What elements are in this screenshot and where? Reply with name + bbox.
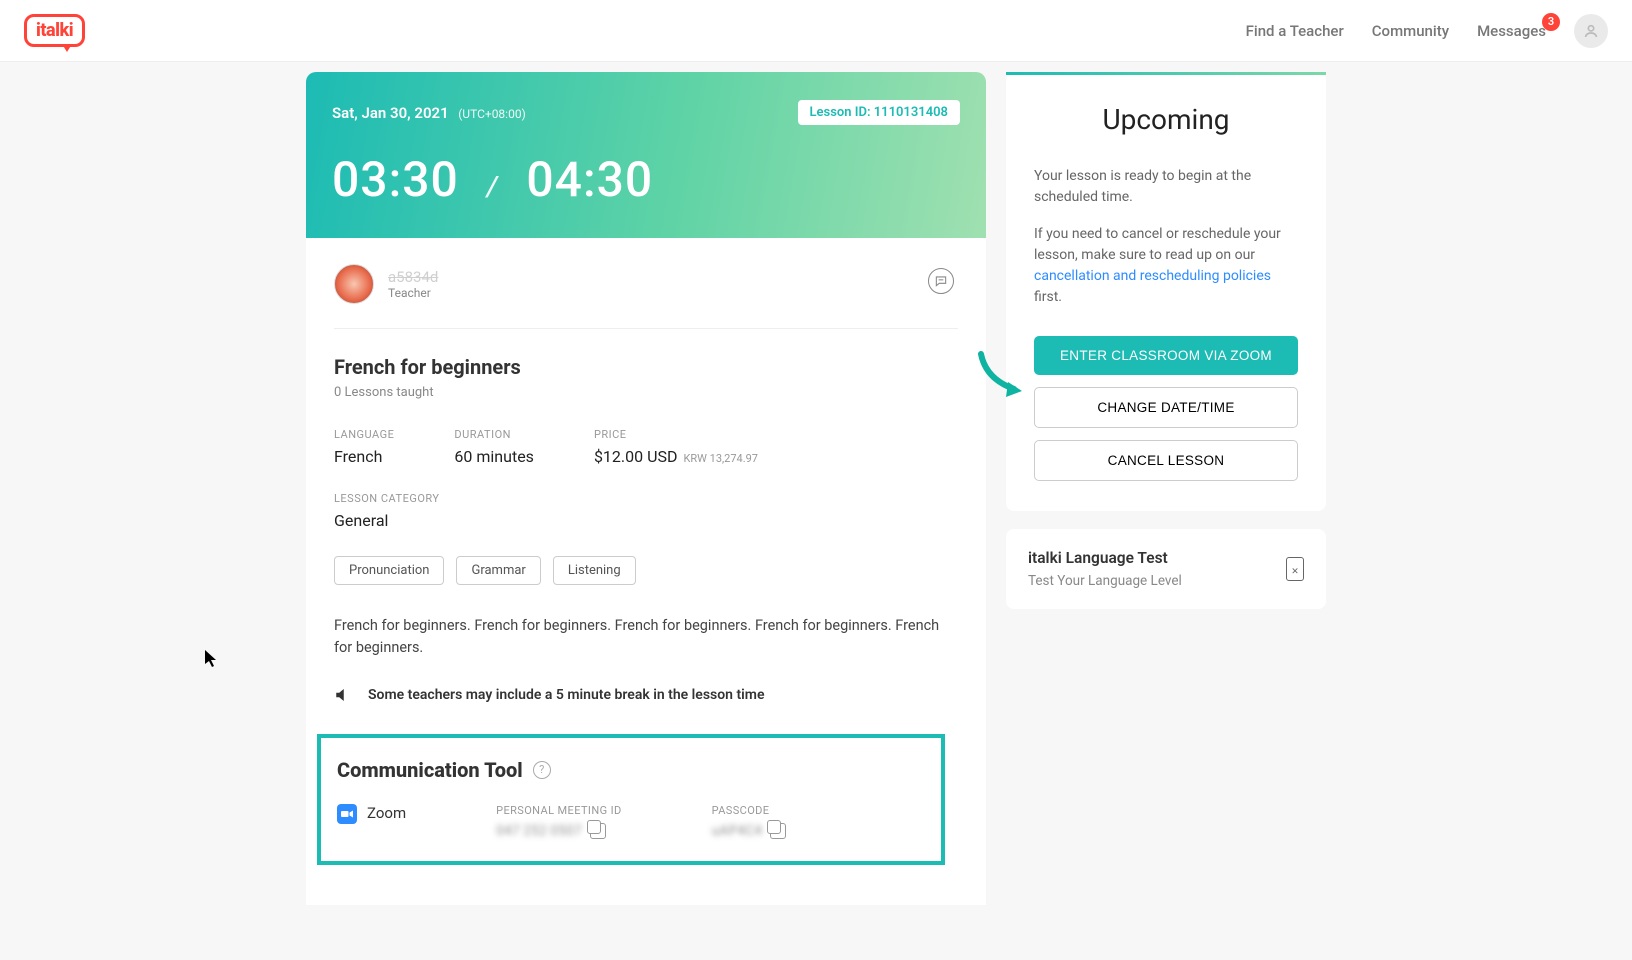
upcoming-card: Upcoming Your lesson is ready to begin a… bbox=[1006, 72, 1326, 511]
break-note: Some teachers may include a 5 minute bre… bbox=[334, 686, 958, 704]
copy-icon[interactable] bbox=[590, 823, 606, 839]
certificate-icon: ✕ bbox=[1286, 557, 1304, 581]
help-icon[interactable]: ? bbox=[533, 761, 551, 779]
teacher-role: Teacher bbox=[388, 286, 438, 300]
page-body: Sat, Jan 30, 2021 (UTC+08:00) Lesson ID:… bbox=[0, 62, 1632, 960]
tag[interactable]: Pronunciation bbox=[334, 556, 444, 585]
time-separator: / bbox=[487, 170, 499, 203]
upcoming-title: Upcoming bbox=[1034, 103, 1298, 136]
main-column: Sat, Jan 30, 2021 (UTC+08:00) Lesson ID:… bbox=[306, 72, 986, 960]
language-test-promo[interactable]: italki Language Test Test Your Language … bbox=[1006, 529, 1326, 609]
promo-title: italki Language Test bbox=[1028, 549, 1182, 567]
enter-classroom-button[interactable]: ENTER CLASSROOM VIA ZOOM bbox=[1034, 336, 1298, 375]
comm-title: Communication Tool bbox=[337, 758, 523, 782]
zoom-icon bbox=[337, 804, 357, 824]
user-icon bbox=[1583, 23, 1599, 39]
tag[interactable]: Listening bbox=[553, 556, 636, 585]
cancel-lesson-button[interactable]: CANCEL LESSON bbox=[1034, 440, 1298, 481]
user-avatar-menu[interactable] bbox=[1574, 14, 1608, 48]
meta-language: LANGUAGE French bbox=[334, 428, 394, 466]
nav-community[interactable]: Community bbox=[1372, 22, 1449, 40]
policies-link[interactable]: cancellation and rescheduling policies bbox=[1034, 268, 1271, 284]
lesson-start-time: 03:30 bbox=[332, 151, 459, 208]
lesson-id-chip: Lesson ID: 1110131408 bbox=[798, 100, 961, 125]
tag[interactable]: Grammar bbox=[456, 556, 540, 585]
lesson-date: Sat, Jan 30, 2021 bbox=[332, 104, 449, 122]
teacher-name: a5834d bbox=[388, 268, 438, 286]
logo-text: italki bbox=[36, 20, 73, 41]
logo[interactable]: italki bbox=[24, 14, 85, 47]
lesson-details-card: a5834d Teacher French for beginners 0 Le… bbox=[306, 238, 986, 905]
cursor-icon bbox=[205, 650, 219, 672]
side-column: Upcoming Your lesson is ready to begin a… bbox=[1006, 72, 1326, 960]
lesson-end-time: 04:30 bbox=[526, 151, 653, 208]
top-nav: italki Find a Teacher Community Messages… bbox=[0, 0, 1632, 62]
lesson-hero: Sat, Jan 30, 2021 (UTC+08:00) Lesson ID:… bbox=[306, 72, 986, 238]
course-subtitle: 0 Lessons taught bbox=[334, 385, 958, 400]
change-date-button[interactable]: CHANGE DATE/TIME bbox=[1034, 387, 1298, 428]
meta-category: LESSON CATEGORY General bbox=[334, 492, 958, 530]
comm-passcode: PASSCODE uAP4C4 bbox=[712, 804, 787, 839]
course-tags: Pronunciation Grammar Listening bbox=[334, 556, 958, 585]
megaphone-icon bbox=[334, 686, 352, 704]
upcoming-text-1: Your lesson is ready to begin at the sch… bbox=[1034, 166, 1298, 208]
nav-links: Find a Teacher Community Messages 3 bbox=[1246, 14, 1608, 48]
nav-messages[interactable]: Messages 3 bbox=[1477, 22, 1546, 40]
messages-badge: 3 bbox=[1542, 13, 1560, 31]
copy-icon[interactable] bbox=[770, 823, 786, 839]
communication-tool-box: Communication Tool ? Zoom PERSONAL MEETI… bbox=[317, 734, 945, 865]
teacher-row: a5834d Teacher bbox=[334, 264, 958, 329]
teacher-avatar[interactable] bbox=[334, 264, 374, 304]
lesson-timezone: (UTC+08:00) bbox=[458, 107, 526, 121]
meta-price: PRICE $12.00 USDKRW 13,274.97 bbox=[594, 428, 758, 466]
chat-icon bbox=[934, 274, 948, 288]
lesson-time-range: 03:30 / 04:30 bbox=[332, 151, 960, 208]
course-description: French for beginners. French for beginne… bbox=[334, 615, 958, 660]
chat-button[interactable] bbox=[928, 268, 954, 294]
upcoming-text-2: If you need to cancel or reschedule your… bbox=[1034, 224, 1298, 308]
meta-duration: DURATION 60 minutes bbox=[454, 428, 534, 466]
promo-subtitle: Test Your Language Level bbox=[1028, 573, 1182, 589]
comm-meeting-id: PERSONAL MEETING ID 047 252 0507 bbox=[496, 804, 622, 839]
comm-tool-name: Zoom bbox=[337, 804, 406, 839]
nav-find-teacher[interactable]: Find a Teacher bbox=[1246, 22, 1344, 40]
course-title: French for beginners bbox=[334, 355, 958, 379]
